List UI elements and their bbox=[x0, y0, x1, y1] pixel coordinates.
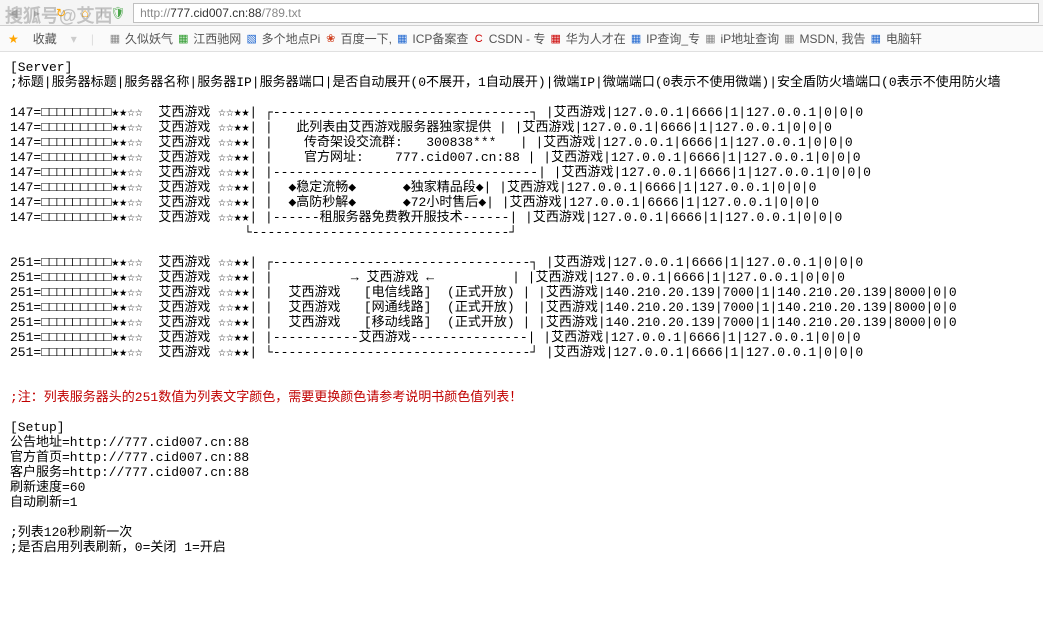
bookmark-icon: ▦ bbox=[395, 31, 409, 45]
bookmark-item[interactable]: ❀百度一下, bbox=[324, 30, 392, 47]
url-host: 777.cid007.cn:88 bbox=[170, 6, 261, 20]
url-path: /789.txt bbox=[262, 6, 301, 20]
bookmark-item[interactable]: ▦电脑轩 bbox=[869, 30, 922, 47]
bookmark-label: 百度一下, bbox=[341, 30, 392, 47]
bookmark-item[interactable]: ▦江西驰网 bbox=[176, 30, 241, 47]
comment-enable: ;是否启用列表刷新，0=关闭 1=开启 bbox=[10, 540, 226, 555]
server-header: [Server] bbox=[10, 60, 72, 75]
bookmark-label: iP地址查询 bbox=[720, 30, 779, 47]
bookmark-icon: ▦ bbox=[549, 31, 563, 45]
star-icon[interactable]: ★ bbox=[8, 32, 19, 46]
bookmark-item[interactable]: ▦ICP备案查 bbox=[395, 30, 468, 47]
bookmark-item[interactable]: CCSDN - 专 bbox=[472, 30, 546, 47]
bookmark-label: 多个地点Pi bbox=[262, 30, 321, 47]
bookmark-label: IP查询_专 bbox=[646, 30, 700, 47]
bookmark-icon: ▦ bbox=[176, 31, 190, 45]
forward-button[interactable]: ▸ bbox=[28, 4, 46, 22]
bookmark-item[interactable]: ▦IP查询_专 bbox=[629, 30, 700, 47]
bookmark-item[interactable]: ▦iP地址查询 bbox=[703, 30, 779, 47]
bookmark-label: 电脑轩 bbox=[886, 30, 922, 47]
bookmark-icon: ▦ bbox=[869, 31, 883, 45]
server-block-2: 251=□□□□□□□□□★★☆☆ 艾西游戏 ☆☆★★| ┌----------… bbox=[10, 255, 957, 360]
comment-refresh: ;列表120秒刷新一次 bbox=[10, 525, 132, 540]
server-block-1: 147=□□□□□□□□□★★☆☆ 艾西游戏 ☆☆★★| ┌----------… bbox=[10, 105, 871, 240]
setup-header: [Setup] bbox=[10, 420, 65, 435]
bookmark-icon: ▦ bbox=[108, 31, 122, 45]
url-prefix: http:// bbox=[140, 6, 170, 20]
bookmark-icon: ▧ bbox=[245, 31, 259, 45]
favorites-label[interactable]: 收藏 bbox=[33, 30, 57, 47]
bookmark-item[interactable]: ▦华为人才在 bbox=[549, 30, 626, 47]
browser-toolbar: 搜狐号@艾西 ◀ ▸ ↻ ⌂ | 🛡 http://777.cid007.cn:… bbox=[0, 0, 1043, 26]
bookmark-icon: ▦ bbox=[629, 31, 643, 45]
refresh-button[interactable]: ↻ bbox=[52, 4, 70, 22]
columns-line: ;标题|服务器标题|服务器名称|服务器IP|服务器端口|是否自动展开(0不展开，… bbox=[10, 75, 1001, 90]
color-note: ;注：列表服务器头的251数值为列表文字颜色，需要更换颜色请参考说明书颜色值列表… bbox=[10, 390, 522, 405]
back-button[interactable]: ◀ bbox=[4, 4, 22, 22]
shield-icon[interactable]: 🛡 bbox=[109, 4, 127, 22]
bookmarks-bar: ★ 收藏 ▾ | ▦久似妖气 ▦江西驰网 ▧多个地点Pi ❀百度一下, ▦ICP… bbox=[0, 26, 1043, 52]
bookmark-label: CSDN - 专 bbox=[489, 30, 546, 47]
bookmark-icon: ❀ bbox=[324, 31, 338, 45]
bookmark-item[interactable]: ▦MSDN, 我告 bbox=[782, 30, 865, 47]
bookmark-item[interactable]: ▦久似妖气 bbox=[108, 30, 173, 47]
setup-lines: 公告地址=http://777.cid007.cn:88 官方首页=http:/… bbox=[10, 435, 249, 510]
bookmark-label: 江西驰网 bbox=[193, 30, 241, 47]
bookmark-icon: ▦ bbox=[703, 31, 717, 45]
page-content: [Server] ;标题|服务器标题|服务器名称|服务器IP|服务器端口|是否自… bbox=[0, 52, 1043, 563]
bookmark-label: MSDN, 我告 bbox=[799, 30, 865, 47]
bookmark-label: 华为人才在 bbox=[566, 30, 626, 47]
bookmark-label: ICP备案查 bbox=[412, 30, 468, 47]
bookmark-icon: ▦ bbox=[782, 31, 796, 45]
bookmark-label: 久似妖气 bbox=[125, 30, 173, 47]
bookmark-icon: C bbox=[472, 32, 486, 46]
address-bar[interactable]: http://777.cid007.cn:88/789.txt bbox=[133, 3, 1039, 23]
home-button[interactable]: ⌂ bbox=[76, 4, 94, 22]
bookmark-item[interactable]: ▧多个地点Pi bbox=[245, 30, 321, 47]
